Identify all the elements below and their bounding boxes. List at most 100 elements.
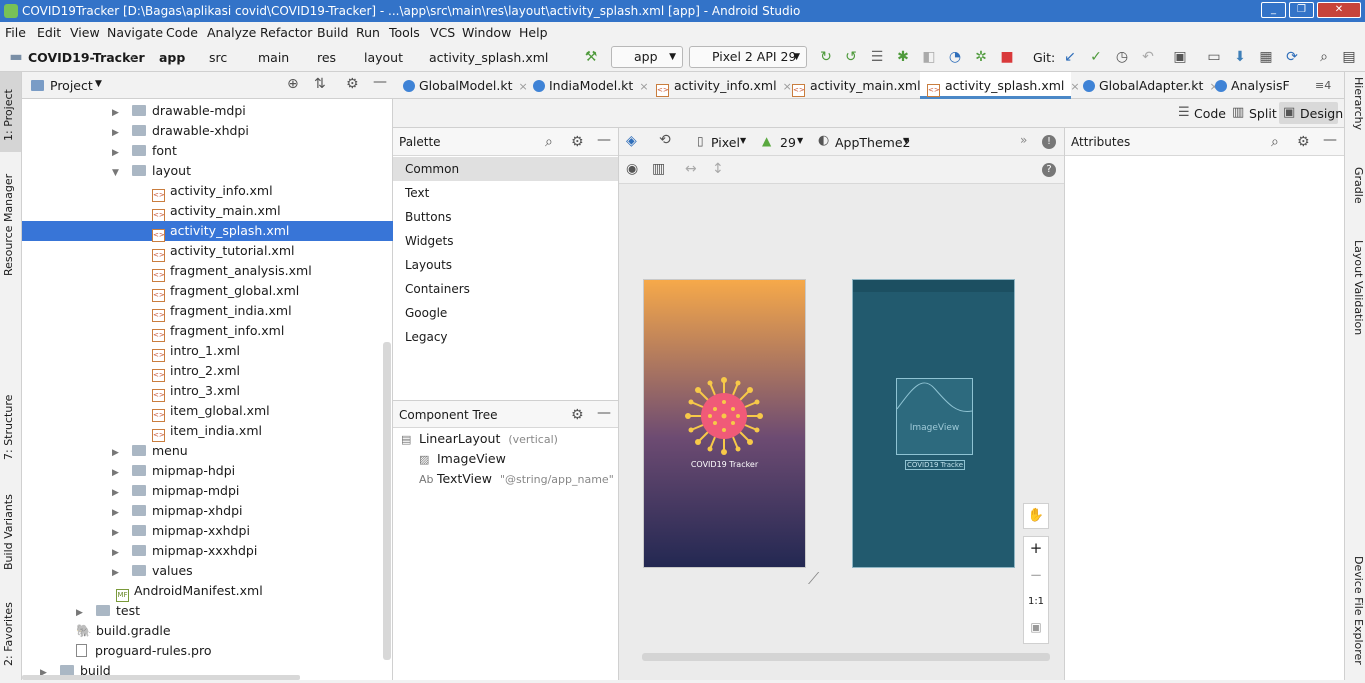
- collapse-all-icon[interactable]: ⇅: [314, 76, 326, 92]
- more-actions-icon[interactable]: »: [1020, 133, 1027, 147]
- menu-run[interactable]: Run: [356, 25, 380, 40]
- guidelines-icon[interactable]: ▥: [652, 161, 665, 177]
- gear-icon[interactable]: ⚙: [346, 76, 359, 92]
- device-manager-icon[interactable]: ▦: [1258, 49, 1274, 65]
- palette-gear-icon[interactable]: ⚙: [571, 128, 584, 156]
- tree-item[interactable]: ▶ test: [22, 601, 393, 621]
- menu-code[interactable]: Code: [166, 25, 198, 40]
- tool-tab-hierarchy[interactable]: Hierarchy: [1347, 77, 1365, 157]
- component-tree-item[interactable]: Ab TextView "@string/app_name": [419, 469, 614, 489]
- tree-item[interactable]: <> item_india.xml: [22, 421, 393, 442]
- expand-arrow-icon[interactable]: ▼: [112, 163, 122, 183]
- make-hammer-icon[interactable]: ⚒: [583, 49, 599, 65]
- tree-item[interactable]: ▶ mipmap-xxxhdpi: [22, 541, 393, 561]
- palette-category[interactable]: Buttons: [393, 205, 618, 229]
- apply-changes-icon[interactable]: ↻: [818, 49, 834, 65]
- avd-manager-icon[interactable]: ▭: [1206, 49, 1222, 65]
- attach-debugger-icon[interactable]: ✲: [973, 49, 989, 65]
- palette-hide-icon[interactable]: —: [597, 126, 611, 154]
- attributes-gear-icon[interactable]: ⚙: [1297, 128, 1310, 156]
- design-mode-icon[interactable]: ◈: [626, 133, 637, 149]
- blueprint-textview[interactable]: COVID19 Tracke: [905, 460, 965, 470]
- collapse-arrow-icon[interactable]: ▶: [112, 503, 122, 523]
- collapse-arrow-icon[interactable]: ▶: [112, 463, 122, 483]
- menu-view[interactable]: View: [70, 25, 100, 40]
- tool-tab-resource-manager[interactable]: Resource Manager: [2, 167, 20, 282]
- editor-tab[interactable]: <>activity_main.xml×: [785, 72, 936, 99]
- blueprint-screen[interactable]: ImageView COVID19 Tracke: [852, 279, 1015, 568]
- menu-analyze[interactable]: Analyze: [207, 25, 256, 40]
- editor-tab[interactable]: IndiaModel.kt ×: [526, 72, 649, 99]
- tool-tab-gradle[interactable]: Gradle: [1347, 167, 1365, 227]
- eye-icon[interactable]: ◉: [626, 161, 638, 177]
- git-update-icon[interactable]: ↙: [1062, 49, 1078, 65]
- collapse-arrow-icon[interactable]: ▶: [112, 123, 122, 143]
- sync-icon[interactable]: ☰: [869, 49, 885, 65]
- tree-item[interactable]: ▶ drawable-xhdpi: [22, 121, 393, 141]
- project-structure-icon[interactable]: ▣: [1172, 49, 1188, 65]
- gradle-sync-icon[interactable]: ⟳: [1284, 49, 1300, 65]
- horizontal-resize-icon[interactable]: ↔: [685, 161, 697, 177]
- palette-category[interactable]: Text: [393, 181, 618, 205]
- split-view-button[interactable]: Split: [1249, 106, 1277, 121]
- collapse-arrow-icon[interactable]: ▶: [112, 143, 122, 163]
- tool-tab-layout-validation[interactable]: Layout Validation: [1347, 240, 1365, 350]
- zoom-in-button[interactable]: +: [1023, 539, 1049, 557]
- chevron-down-icon[interactable]: ▼: [95, 79, 102, 89]
- menu-vcs[interactable]: VCS: [430, 25, 455, 40]
- breadcrumb-res[interactable]: res: [317, 50, 336, 65]
- tree-item[interactable]: <> activity_splash.xml: [22, 221, 393, 242]
- collapse-arrow-icon[interactable]: ▶: [112, 543, 122, 563]
- tree-item[interactable]: <> fragment_info.xml: [22, 321, 393, 342]
- blueprint-imageview[interactable]: ImageView: [896, 378, 973, 455]
- help-icon[interactable]: ?: [1042, 163, 1056, 177]
- maximize-button[interactable]: ❐: [1289, 2, 1314, 18]
- tree-item[interactable]: ▶ font: [22, 141, 393, 161]
- tree-item[interactable]: ▶ values: [22, 561, 393, 581]
- tree-hscrollbar[interactable]: [22, 675, 300, 680]
- tool-tab-project[interactable]: 1: Project: [2, 80, 20, 150]
- tree-item[interactable]: <> intro_2.xml: [22, 361, 393, 382]
- palette-category[interactable]: Legacy: [393, 325, 618, 349]
- pan-hand-button[interactable]: ✋: [1023, 503, 1049, 529]
- attributes-search-icon[interactable]: ⌕: [1271, 128, 1279, 156]
- tree-item[interactable]: MF AndroidManifest.xml: [22, 581, 393, 602]
- breadcrumb-project[interactable]: COVID19-Tracker: [28, 50, 145, 65]
- project-view-select[interactable]: Project: [50, 78, 93, 93]
- design-view-button[interactable]: Design: [1300, 106, 1343, 121]
- tree-item[interactable]: 🐘 build.gradle: [22, 621, 393, 641]
- tree-scrollbar[interactable]: [383, 342, 391, 660]
- code-view-button[interactable]: Code: [1194, 106, 1226, 121]
- design-preview-screen[interactable]: COVID19 Tracker: [643, 279, 806, 568]
- warning-icon[interactable]: !: [1042, 135, 1056, 149]
- sdk-manager-icon[interactable]: ⬇: [1232, 49, 1248, 65]
- menu-navigate[interactable]: Navigate: [107, 25, 163, 40]
- tree-item[interactable]: <> activity_main.xml: [22, 201, 393, 222]
- breadcrumb-file[interactable]: activity_splash.xml: [429, 50, 548, 65]
- minimize-button[interactable]: _: [1261, 2, 1286, 18]
- palette-category[interactable]: Layouts: [393, 253, 618, 277]
- menu-file[interactable]: File: [5, 25, 26, 40]
- breadcrumb-main[interactable]: main: [258, 50, 289, 65]
- device-select[interactable]: Pixel 2 API 29 ▼: [689, 46, 807, 68]
- palette-category[interactable]: Google: [393, 301, 618, 325]
- search-icon[interactable]: ⌕: [1316, 49, 1332, 65]
- collapse-arrow-icon[interactable]: ▶: [76, 603, 86, 623]
- tree-item[interactable]: ▶ mipmap-xxhdpi: [22, 521, 393, 541]
- git-commit-icon[interactable]: ✓: [1088, 49, 1104, 65]
- tree-item[interactable]: <> fragment_india.xml: [22, 301, 393, 322]
- menu-refactor[interactable]: Refactor: [260, 25, 312, 40]
- tool-tab-build-variants[interactable]: Build Variants: [2, 487, 20, 577]
- git-rollback-icon[interactable]: ↶: [1140, 49, 1156, 65]
- tree-item[interactable]: <> fragment_analysis.xml: [22, 261, 393, 282]
- collapse-arrow-icon[interactable]: ▶: [112, 523, 122, 543]
- component-tree-item[interactable]: ▤ LinearLayout (vertical): [401, 429, 558, 449]
- collapse-arrow-icon[interactable]: ▶: [112, 103, 122, 123]
- menu-window[interactable]: Window: [462, 25, 511, 40]
- zoom-to-fit-icon[interactable]: ▣: [1023, 620, 1049, 634]
- breadcrumb-app[interactable]: app: [159, 50, 185, 65]
- vertical-resize-icon[interactable]: ↕: [712, 161, 724, 177]
- collapse-arrow-icon[interactable]: ▶: [112, 483, 122, 503]
- menu-help[interactable]: Help: [519, 25, 548, 40]
- menu-tools[interactable]: Tools: [389, 25, 420, 40]
